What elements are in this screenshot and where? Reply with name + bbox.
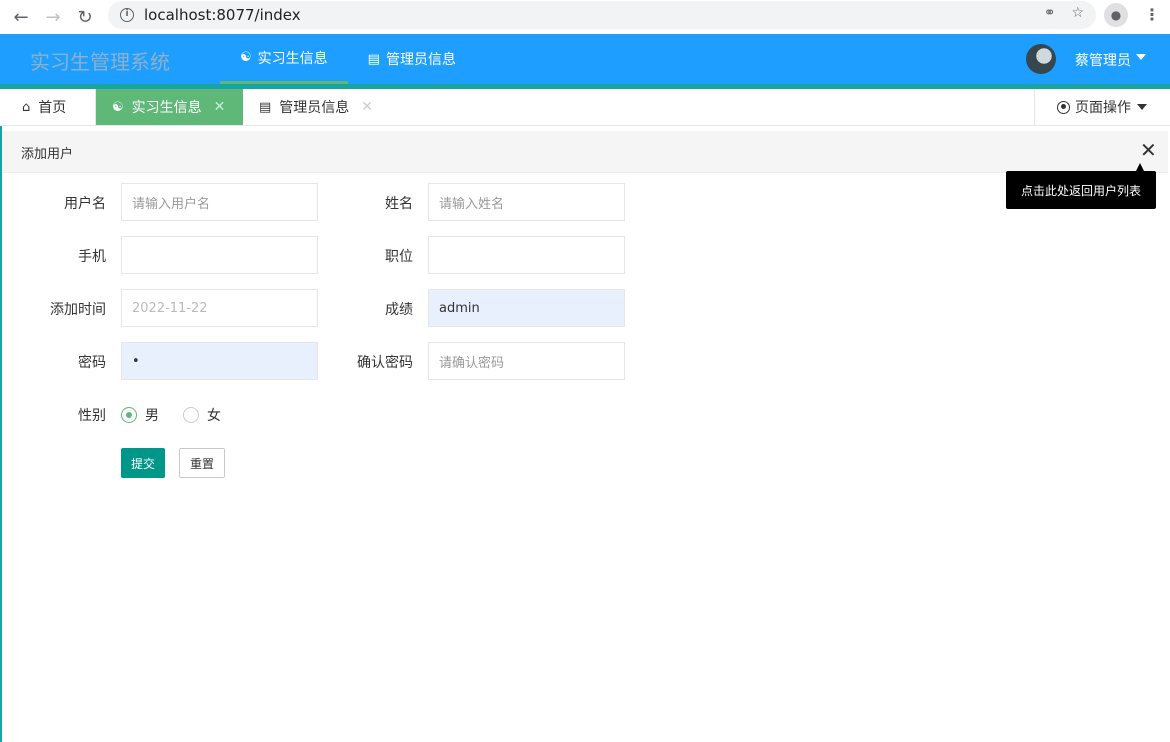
radio-dot-icon	[1057, 100, 1070, 114]
gender-male-radio[interactable]: 男	[121, 405, 159, 425]
addtime-label: 添加时间	[50, 302, 106, 318]
top-nav: ☯ 实习生信息 ▤ 管理员信息	[220, 34, 476, 84]
radio-circle-icon	[183, 407, 199, 423]
nav-interns-label: 实习生信息	[257, 50, 328, 67]
reset-button[interactable]: 重置	[179, 448, 225, 478]
gender-label: 性别	[78, 408, 106, 424]
gender-female-radio[interactable]: 女	[183, 405, 221, 425]
gender-female-label: 女	[207, 408, 221, 424]
users-icon: ☯	[112, 99, 124, 115]
tab-interns[interactable]: ☯ 实习生信息 ✕	[96, 89, 243, 125]
score-label: 成绩	[385, 302, 413, 318]
name-label: 姓名	[385, 196, 413, 212]
back-arrow-icon[interactable]: ←	[10, 6, 32, 28]
phone-label: 手机	[78, 249, 106, 265]
tab-interns-label: 实习生信息	[131, 100, 202, 116]
phone-input[interactable]	[121, 236, 318, 274]
confirm-password-input[interactable]: 请确认密码	[428, 342, 625, 380]
form-title: 添加用户	[21, 147, 74, 162]
close-icon[interactable]: ✕	[1140, 140, 1157, 160]
position-input[interactable]	[428, 236, 625, 274]
close-icon[interactable]: ✕	[361, 99, 373, 115]
browser-toolbar: ← → ↻ i localhost:8077/index ⚭ ☆ ● ⋮	[0, 0, 1170, 34]
position-label: 职位	[385, 249, 413, 265]
gender-male-label: 男	[145, 408, 159, 424]
info-icon[interactable]: i	[120, 8, 134, 22]
addtime-input[interactable]: 2022-11-22	[121, 289, 318, 327]
key-icon[interactable]: ⚭	[1044, 5, 1056, 21]
tab-admins[interactable]: ▤ 管理员信息 ✕	[243, 89, 378, 125]
close-icon[interactable]: ✕	[214, 99, 226, 115]
page-operations-button[interactable]: 页面操作	[1034, 89, 1170, 125]
caret-down-icon	[1137, 104, 1147, 110]
nav-interns[interactable]: ☯ 实习生信息	[220, 34, 348, 84]
tab-admins-label: 管理员信息	[279, 100, 350, 116]
radio-circle-icon	[121, 407, 137, 423]
tabs-bar: ⌂ 首页 ☯ 实习生信息 ✕ ▤ 管理员信息 ✕ 页面操作	[0, 89, 1170, 126]
address-bar[interactable]: i localhost:8077/index ⚭ ☆	[108, 1, 1096, 29]
app-logo: 实习生管理系统	[30, 50, 170, 74]
username-input[interactable]: 请输入用户名	[121, 183, 318, 221]
username-label: 用户名	[64, 196, 106, 212]
nav-admins[interactable]: ▤ 管理员信息	[348, 34, 476, 84]
submit-button[interactable]: 提交	[121, 448, 165, 478]
browser-menu-icon[interactable]: ⋮	[1144, 5, 1160, 24]
clipboard-icon: ▤	[367, 51, 380, 67]
back-tooltip: 点击此处返回用户列表	[1006, 171, 1156, 209]
user-name[interactable]: 蔡管理员	[1075, 50, 1131, 70]
home-icon: ⌂	[22, 99, 31, 115]
tooltip-arrow	[1136, 163, 1144, 171]
page-ops-label: 页面操作	[1075, 100, 1131, 116]
caret-down-icon[interactable]	[1136, 54, 1146, 60]
nav-admins-label: 管理员信息	[385, 52, 456, 68]
confirm-password-label: 确认密码	[357, 355, 413, 371]
left-accent-line	[0, 126, 2, 742]
password-label: 密码	[78, 355, 106, 371]
password-input[interactable]: •	[121, 342, 318, 380]
form-header: 添加用户 ✕	[2, 131, 1168, 173]
users-icon: ☯	[240, 50, 252, 65]
score-input[interactable]: admin	[428, 289, 625, 327]
forward-arrow-icon[interactable]: →	[42, 6, 64, 28]
clipboard-icon: ▤	[259, 99, 272, 115]
reload-icon[interactable]: ↻	[74, 6, 96, 28]
star-icon[interactable]: ☆	[1071, 5, 1084, 21]
tab-home[interactable]: ⌂ 首页	[0, 89, 96, 125]
name-input[interactable]: 请输入姓名	[428, 183, 625, 221]
url-text: localhost:8077/index	[144, 6, 301, 24]
profile-icon[interactable]: ●	[1104, 3, 1128, 27]
tab-home-label: 首页	[38, 100, 67, 116]
app-header: 实习生管理系统 ☯ 实习生信息 ▤ 管理员信息 蔡管理员	[0, 34, 1170, 89]
avatar[interactable]	[1026, 44, 1056, 74]
